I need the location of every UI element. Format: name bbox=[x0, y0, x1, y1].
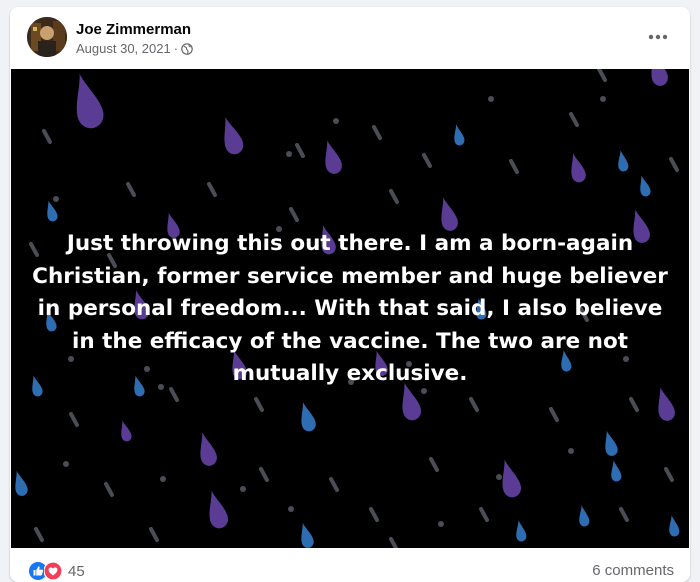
post-background: Just throwing this out there. I am a bor… bbox=[11, 69, 689, 548]
rain-drop bbox=[296, 521, 316, 548]
rain-dot bbox=[240, 486, 246, 492]
rain-streak bbox=[669, 157, 679, 172]
rain-drop bbox=[11, 469, 30, 498]
rain-drop bbox=[600, 429, 620, 458]
globe-icon[interactable] bbox=[181, 42, 193, 55]
rain-drop bbox=[319, 138, 344, 176]
rain-streak bbox=[369, 507, 379, 522]
rain-streak bbox=[259, 467, 269, 482]
meta-separator: · bbox=[173, 41, 179, 56]
more-options-icon bbox=[648, 34, 668, 40]
rain-drop bbox=[451, 123, 466, 147]
rain-dot bbox=[568, 448, 574, 454]
rain-dot bbox=[160, 476, 166, 482]
rain-drop bbox=[117, 419, 133, 443]
rain-streak bbox=[619, 507, 629, 522]
rain-dot bbox=[286, 151, 292, 157]
post-meta: August 30, 2021 · bbox=[76, 41, 193, 56]
rain-drop bbox=[608, 459, 623, 483]
rain-streak bbox=[289, 207, 299, 222]
profile-photo bbox=[27, 17, 67, 57]
rain-streak bbox=[372, 125, 382, 140]
rain-drop bbox=[652, 385, 677, 423]
rain-dot bbox=[600, 96, 606, 102]
rain-streak bbox=[104, 482, 114, 497]
avatar[interactable] bbox=[27, 17, 67, 57]
rain-streak bbox=[389, 537, 399, 548]
rain-drop bbox=[566, 151, 588, 184]
rain-dot bbox=[333, 118, 339, 124]
rain-dot bbox=[438, 521, 444, 527]
rain-streak bbox=[469, 397, 479, 412]
rain-dot bbox=[496, 474, 502, 480]
rain-streak bbox=[69, 412, 79, 427]
rain-streak bbox=[429, 457, 439, 472]
rain-streak bbox=[329, 477, 339, 492]
rain-drop bbox=[67, 70, 107, 132]
rain-drop bbox=[666, 514, 681, 538]
rain-drop bbox=[513, 519, 528, 543]
rain-drop bbox=[645, 69, 670, 88]
rain-streak bbox=[42, 129, 52, 144]
rain-dot bbox=[63, 461, 69, 467]
love-icon bbox=[44, 562, 62, 580]
post-text: Just throwing this out there. I am a bor… bbox=[32, 231, 668, 386]
author-name[interactable]: Joe Zimmerman bbox=[76, 21, 191, 38]
post-date[interactable]: August 30, 2021 bbox=[76, 41, 171, 56]
rain-drop bbox=[202, 488, 231, 531]
rain-drop bbox=[615, 149, 630, 173]
rain-streak bbox=[664, 467, 674, 482]
rain-dot bbox=[288, 506, 294, 512]
rain-streak bbox=[126, 182, 136, 197]
rain-drop bbox=[216, 114, 246, 157]
post-card: Joe Zimmerman August 30, 2021 · Just thr… bbox=[10, 7, 690, 582]
rain-dot bbox=[488, 96, 494, 102]
rain-streak bbox=[149, 527, 159, 542]
rain-streak bbox=[569, 112, 579, 127]
rain-drop bbox=[636, 174, 652, 198]
rain-streak bbox=[629, 397, 639, 412]
rain-streak bbox=[389, 189, 399, 204]
rain-streak bbox=[422, 153, 432, 168]
rain-streak bbox=[479, 507, 489, 522]
more-options-button[interactable] bbox=[640, 19, 676, 55]
rain-drop bbox=[194, 430, 219, 468]
rain-streak bbox=[207, 182, 217, 197]
rain-drop bbox=[576, 504, 591, 528]
comments-count[interactable]: 6 comments bbox=[592, 562, 674, 579]
rain-streak bbox=[597, 69, 607, 82]
rain-streak bbox=[34, 527, 44, 542]
rain-drop bbox=[296, 400, 318, 433]
rain-streak bbox=[169, 387, 179, 402]
rain-streak bbox=[254, 397, 264, 412]
rain-drop bbox=[43, 199, 59, 223]
rain-dot bbox=[53, 196, 59, 202]
rain-streak bbox=[549, 407, 559, 422]
reactions-summary[interactable]: 45 bbox=[29, 562, 85, 580]
rain-streak bbox=[295, 143, 305, 158]
rain-streak bbox=[509, 159, 519, 174]
